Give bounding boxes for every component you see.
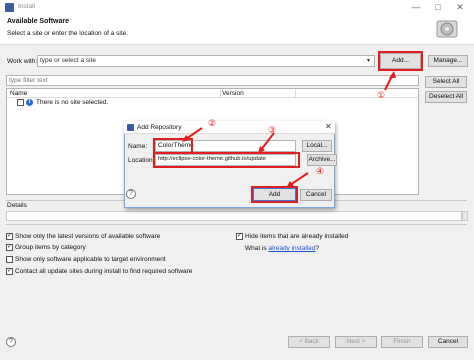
finish-button[interactable]: Finish <box>381 336 423 348</box>
close-icon[interactable]: ✕ <box>452 1 468 13</box>
step-4-marker: ④ <box>316 166 325 176</box>
window-title: Install <box>18 3 35 10</box>
dialog-title: Add Repository <box>137 124 182 131</box>
what-is-text: What is <box>245 245 267 252</box>
latest-versions-label: Show only the latest versions of availab… <box>15 233 161 240</box>
deselect-all-button[interactable]: Deselect All <box>425 91 467 103</box>
work-with-combo[interactable]: type or select a site <box>37 55 375 67</box>
location-label: Location: <box>128 157 155 164</box>
page-subtitle: Select a site or enter the location of a… <box>7 30 129 37</box>
target-environment-label: Show only software applicable to target … <box>15 256 166 263</box>
page-title: Available Software <box>7 18 69 25</box>
dialog-close-icon[interactable]: ✕ <box>325 122 332 131</box>
what-is-suffix: ? <box>315 245 320 252</box>
filter-input[interactable]: type filter text <box>6 75 419 86</box>
local-button[interactable]: Local... <box>302 140 332 152</box>
contact-update-sites-label: Contact all update sites during install … <box>15 268 193 275</box>
hide-installed-checkbox[interactable]: ✓ <box>236 233 243 240</box>
group-by-category-label: Group items by category <box>15 244 86 251</box>
already-installed-link[interactable]: already installed <box>268 245 315 252</box>
dialog-help-icon[interactable]: ? <box>126 189 136 199</box>
table-row-name: There is no site selected. <box>36 99 109 106</box>
help-icon[interactable]: ? <box>6 337 16 347</box>
step-1-marker: ① <box>377 90 386 100</box>
column-header-name[interactable]: Name <box>10 90 27 97</box>
archive-button[interactable]: Archive... <box>307 154 337 166</box>
arrow-annotation-4 <box>286 172 309 188</box>
back-button[interactable]: < Back <box>288 336 330 348</box>
next-button[interactable]: Next > <box>335 336 377 348</box>
chevron-down-icon[interactable]: ▾ <box>367 57 370 64</box>
step-3-marker: ③ <box>268 125 277 135</box>
title-bar <box>0 0 474 15</box>
manage-button[interactable]: Manage... <box>428 55 468 67</box>
column-header-version[interactable]: Version <box>222 90 244 97</box>
work-with-label: Work with: <box>7 58 38 65</box>
eclipse-icon <box>5 3 14 12</box>
contact-update-sites-checkbox[interactable]: ✓ <box>6 268 13 275</box>
hide-installed-label: Hide items that are already installed <box>245 233 349 240</box>
cancel-button[interactable]: Cancel <box>428 336 468 348</box>
separator <box>6 224 467 225</box>
row-checkbox[interactable] <box>17 99 24 106</box>
table-header <box>7 89 418 98</box>
what-is-installed: What is already installed? <box>245 245 319 252</box>
name-label: Name: <box>128 143 148 150</box>
latest-versions-checkbox[interactable]: ✓ <box>6 233 13 240</box>
step-2-marker: ② <box>208 118 217 128</box>
group-by-category-checkbox[interactable]: ✓ <box>6 244 13 251</box>
select-all-button[interactable]: Select All <box>425 76 467 88</box>
details-label: Details <box>7 202 27 209</box>
maximize-icon[interactable]: □ <box>430 1 446 13</box>
add-button[interactable]: Add... <box>380 53 421 69</box>
dialog-app-icon <box>127 124 134 131</box>
column-divider <box>295 89 296 98</box>
info-icon: i <box>26 99 33 106</box>
arrow-annotation-3 <box>258 132 275 154</box>
details-area <box>6 211 462 221</box>
dialog-cancel-button[interactable]: Cancel <box>300 189 332 201</box>
install-banner-icon <box>436 20 458 38</box>
minimize-icon[interactable]: — <box>408 1 424 13</box>
column-divider <box>220 89 221 98</box>
target-environment-checkbox[interactable] <box>6 256 13 263</box>
details-scrollbar[interactable] <box>462 211 468 221</box>
install-window: Install — □ ✕ Available Software Select … <box>0 0 474 360</box>
